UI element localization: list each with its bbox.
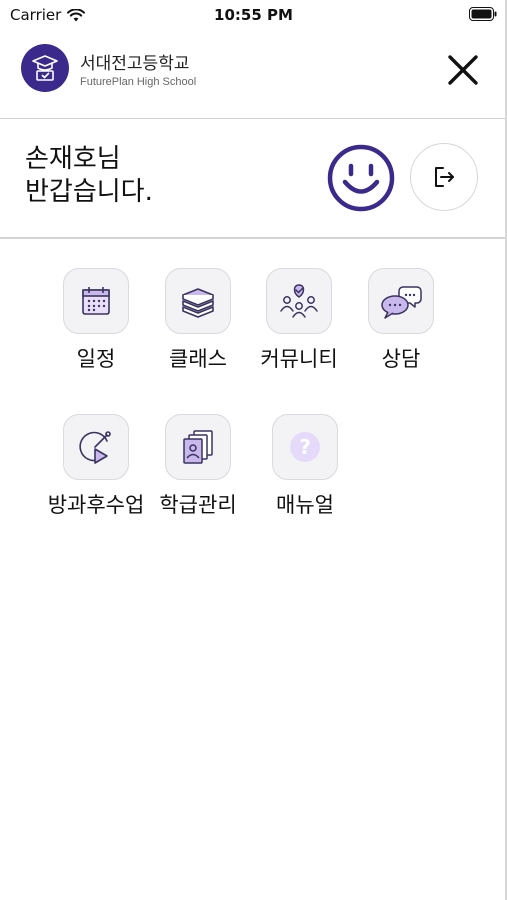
logout-button[interactable] [410, 143, 478, 211]
clock: 10:55 PM [214, 6, 293, 24]
menu-label: 학급관리 [159, 493, 237, 517]
after-school-icon [63, 414, 129, 480]
menu-item-class-management[interactable]: 학급관리 [148, 414, 248, 519]
menu-label: 매뉴얼 [276, 493, 334, 517]
school-logo [21, 44, 69, 92]
close-icon [448, 55, 478, 85]
logout-icon [435, 167, 454, 187]
status-bar: Carrier 10:55 PM [0, 0, 507, 30]
menu-item-after-school[interactable]: 방과후수업 [46, 414, 146, 519]
school-subtitle: FuturePlan High School [80, 76, 197, 88]
menu-label: 상담 [381, 347, 421, 371]
close-button[interactable] [443, 50, 483, 90]
user-name-label: 손재호님 [25, 144, 121, 174]
svg-text:?: ? [299, 435, 311, 459]
menu-label: 클래스 [169, 347, 227, 371]
welcome-section: 손재호님 반갑습니다. [0, 119, 507, 239]
menu-item-manual[interactable]: ? 매뉴얼 [255, 414, 355, 519]
school-name: 서대전고등학교 [80, 54, 190, 74]
drawer-header: 서대전고등학교 FuturePlan High School [0, 36, 507, 119]
class-cards-icon [165, 414, 231, 480]
menu-item-class[interactable]: 클래스 [148, 268, 248, 373]
calendar-icon [63, 268, 129, 334]
smiley-avatar-icon[interactable] [326, 143, 396, 213]
menu-item-community[interactable]: 커뮤니티 [249, 268, 349, 373]
help-icon: ? [272, 414, 338, 480]
greeting-label: 반갑습니다. [25, 177, 153, 207]
menu-item-consulting[interactable]: 상담 [351, 268, 451, 373]
welcome-message: 손재호님 반갑습니다. [25, 143, 153, 209]
menu-label: 일정 [76, 347, 116, 371]
school-emblem-icon [32, 55, 58, 81]
community-icon [266, 268, 332, 334]
chat-bubbles-icon [368, 268, 434, 334]
menu-item-schedule[interactable]: 일정 [46, 268, 146, 373]
menu-label: 방과후수업 [47, 493, 145, 517]
books-icon [165, 268, 231, 334]
battery-icon [469, 6, 497, 25]
menu-label: 커뮤니티 [260, 347, 338, 371]
